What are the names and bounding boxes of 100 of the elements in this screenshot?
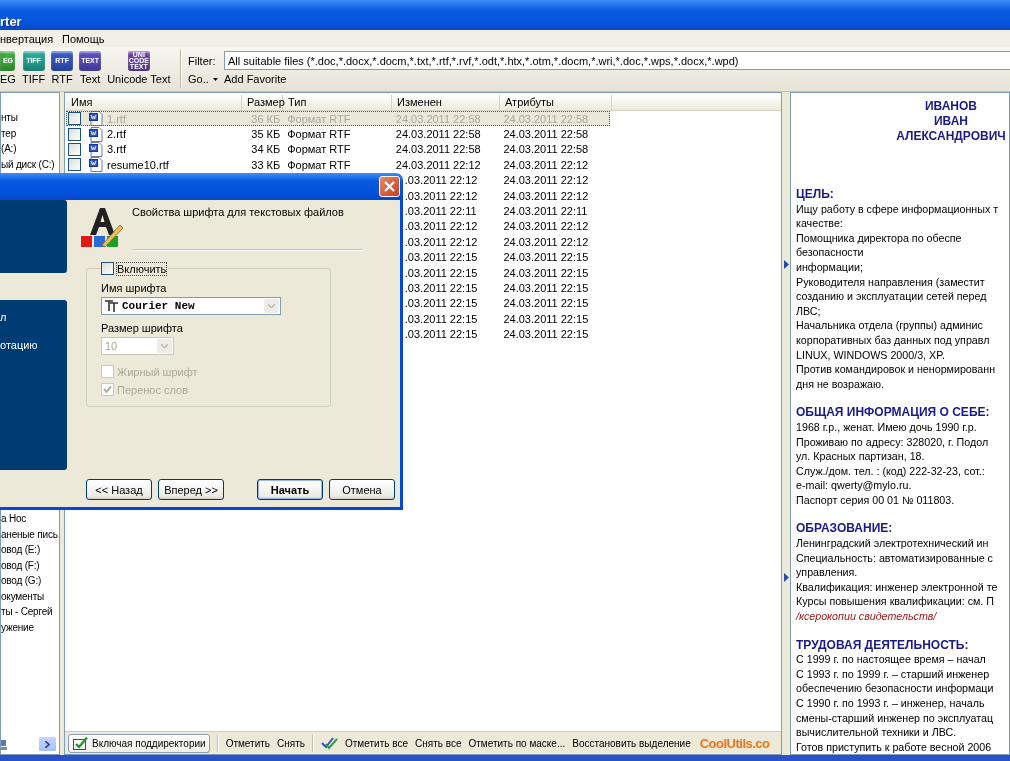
checkbox-label[interactable]: Включить [117,262,167,275]
menu-item[interactable]: нвертация [0,32,62,45]
section-heading: ОБЩАЯ ИНФОРМАЦИЯ О СЕБЕ: [796,405,991,420]
attributes-date: 24.03.2011 22:15 [503,328,589,341]
modified-date: .03.2011 22:15 [404,266,478,279]
tree-item[interactable]: окументы [1,588,59,604]
column-header[interactable]: Размер [242,95,283,110]
column-header[interactable]: Имя [66,95,242,110]
scroll-right-button[interactable] [38,736,57,752]
resume-text: С 1999 г. по настоящее время – начал [796,652,987,667]
chevron-right-icon [45,740,50,748]
row-checkbox[interactable] [68,112,81,126]
dialog-button[interactable]: << Назад [86,479,152,500]
resume-name: ИВАН [933,114,969,129]
row-checkbox[interactable] [68,158,81,172]
resume-name: ИВАНОВ [924,99,978,114]
dialog-button[interactable]: Вперед >> [158,479,224,500]
close-button[interactable] [379,176,400,197]
resume-text: Помощника директора по обеспе [796,230,963,246]
wizard-step: л [0,311,67,324]
filter-label: Filter: [187,54,217,67]
section-heading: ТРУДОВАЯ ДЕЯТЕЛЬНОСТЬ: [796,637,970,653]
menu-item[interactable]: Помощь [62,32,113,45]
tree-item[interactable]: (A:) [1,141,59,157]
resume-text: /ксерокопии свидетельств/ [796,609,938,624]
tree-item[interactable]: а Нос [1,511,59,527]
checked-box-icon [72,735,89,751]
resume-name: АЛЕКСАНДРОВИЧ [895,129,1007,144]
tree-item[interactable]: аненые пись [1,526,59,542]
field-label: Размер шрифта [101,322,184,335]
modified-date: .03.2011 22:12 [404,220,478,233]
document-icon [89,126,103,142]
tree-item[interactable]: ты - Сергей [1,604,59,620]
tree-item[interactable]: овод (E:) [1,542,59,558]
attributes-date: 24.03.2011 22:12 [503,174,589,187]
modified-date: .03.2011 22:12 [404,235,478,248]
double-check-icon [321,736,338,750]
resume-text: ул. Красных партизан, 18. [796,449,926,464]
column-header[interactable]: Изменен [392,95,500,110]
attributes-date: 24.03.2011 22:12 [503,189,589,202]
tree-item[interactable]: овод (F:) [1,557,59,573]
file-size: 36 КБ [251,112,281,125]
collapse-arrow-icon [783,573,789,582]
dialog-button[interactable]: Отмена [329,479,395,500]
coolutils-logo: CoolUtils.co [699,735,770,751]
collapse-arrow-icon [783,260,789,269]
toolbar-action[interactable]: Отметить по маске... [468,737,566,749]
modified-date: 24.03.2011 22:58 [395,112,481,125]
resume-text: управления. [796,565,859,580]
modified-date: .03.2011 22:15 [404,312,478,325]
modified-date: .03.2011 22:15 [404,282,478,294]
resume-text: Ленинградский электротехнический ин [796,536,990,551]
tree-item[interactable]: нты [1,110,59,126]
resume-text: С 1993 г. по 1999 г. – старший инженер [796,666,991,682]
modified-date: .03.2011 22:12 [404,189,478,202]
go-menu[interactable]: Go.. [186,73,218,85]
resume-text: LINUX, WINDOWS 2000/3, XP. [796,347,946,363]
file-size: 35 КБ [251,128,281,141]
toolbar-action[interactable]: Отметить [225,737,271,749]
file-type: Формат RTF [287,112,351,125]
resume-text: 1968 г.р., женат. Имею дочь 1990 г.р. [796,419,978,435]
tree-item[interactable]: ый диск (C:) [1,156,59,172]
attributes-date: 24.03.2011 22:58 [503,128,589,141]
tree-item[interactable]: тер [1,125,59,141]
row-checkbox[interactable] [68,142,81,156]
document-icon [89,141,103,157]
modified-date: .03.2011 22:15 [404,251,478,264]
file-name: 3.rtf [107,143,126,156]
modified-date: 24.03.2011 22:12 [395,158,481,171]
document-icon [89,157,103,173]
tree-item[interactable]: овод (G:) [1,573,59,589]
include-subfolders-button[interactable]: Включая поддиректории [68,733,210,753]
resume-text: обеспечению безопасности информаци [796,681,995,696]
attributes-date: 24.03.2011 22:15 [503,297,589,310]
dialog-heading: Свойства шрифта для текстовых файлов [132,206,345,218]
resume-text: Начальника отдела (группы) админис [796,318,984,333]
resume-text: корпоративных баз данных под управл [796,332,991,348]
dialog-button[interactable]: Начать [257,479,323,500]
add-favorite-button[interactable]: Add Favorite [224,73,287,85]
wizard-step: отацию [0,339,67,352]
resume-text: Специальность: автоматизированные с [796,550,994,566]
filter-field[interactable]: All suitable files (*.doc,*.docx,*.docm,*.txt,*.rtf,*.rvf,*.odt,*.htx,*.otm,*.docm,*.wri,*.doc,*.wps,*.docx,*.wpd) [224,51,1010,70]
file-type: Формат RTF [287,143,351,156]
resume-text: ЛВС; [796,303,822,319]
tree-item[interactable]: ужение [1,619,59,635]
file-type: Формат RTF [287,158,351,171]
row-checkbox[interactable] [68,127,81,141]
section-heading: ЦЕЛЬ: [796,187,835,202]
column-header[interactable]: Атрибуты [500,95,612,110]
toolbar-action[interactable]: Отметить все [345,737,408,749]
font-name-dropdown[interactable]: Courier New [101,297,281,315]
file-name: resume10.rtf [107,158,169,171]
window-title: rter [0,13,22,29]
font-icon [80,205,125,248]
enable-checkbox[interactable] [101,262,114,275]
modified-date: .03.2011 22:11 [404,205,477,218]
toolbar-action[interactable]: Восстановить выделение [572,737,691,749]
toolbar-action[interactable]: Снять [277,737,305,749]
file-name: 1.rtf [107,112,126,125]
toolbar-action[interactable]: Снять все [414,737,462,749]
